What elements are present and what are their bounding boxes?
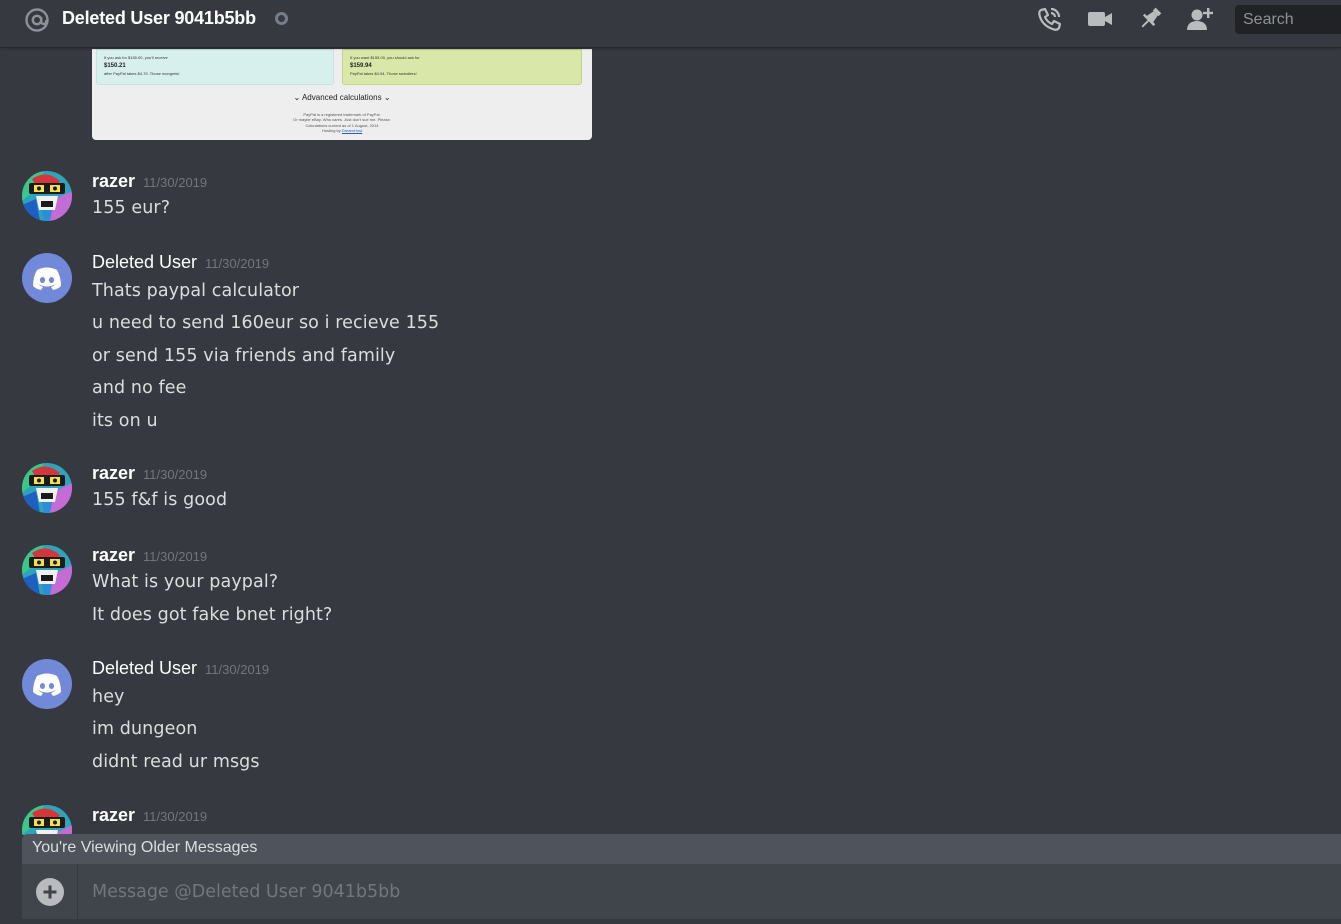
older-messages-text[interactable]: You're Viewing Older Messages (32, 839, 257, 857)
at-icon (25, 8, 49, 32)
message-author[interactable]: razer 11/30/2019 (92, 545, 207, 566)
message-timestamp: 11/30/2019 (205, 256, 270, 271)
message-author[interactable]: razer 11/30/2019 (92, 463, 207, 484)
message-author[interactable]: Deleted User 11/30/2019 (92, 658, 269, 679)
ask-card-label: If you want $155.00, you should ask for (350, 55, 420, 60)
message-text: It does got fake bnet right? (92, 605, 333, 625)
hosting-prefix: Hosting by (321, 127, 341, 133)
add-friend-icon[interactable] (1186, 6, 1214, 32)
search-input[interactable] (1235, 5, 1341, 34)
chevron-down-icon: ⌄ (293, 93, 301, 102)
razer-avatar[interactable] (22, 805, 72, 835)
message-text: and no fee (92, 378, 187, 398)
message-timestamp: 11/30/2019 (143, 809, 208, 824)
footer-line: Hosting by DreamHost (92, 128, 592, 133)
message-text: u need to send 160eur so i recieve 155 (92, 313, 440, 333)
message-timestamp: 11/30/2019 (143, 175, 208, 190)
offline-status-indicator (275, 12, 288, 25)
message-composer (22, 864, 1341, 919)
receive-fee-note: after PayPal takes $4.79. Those mongrels… (104, 71, 180, 76)
author-name[interactable]: Deleted User (92, 252, 197, 272)
message-input[interactable] (84, 874, 1284, 909)
author-name[interactable]: razer (92, 171, 135, 191)
channel-header: Deleted User 9041b5bb (0, 0, 1341, 48)
message-text: 155 f&f is good (92, 490, 228, 510)
ask-fee-note: PayPal takes $4.94. Those swindlers! (350, 71, 417, 76)
pin-icon[interactable] (1136, 6, 1164, 32)
message-text: What is your paypal? (92, 572, 279, 592)
author-name[interactable]: razer (92, 463, 135, 483)
message-timestamp: 11/30/2019 (143, 467, 208, 482)
receive-card: If you ask for $155.00, you'll receive $… (96, 49, 334, 85)
discord-avatar[interactable] (22, 253, 72, 303)
message-text: Thats paypal calculator (92, 281, 300, 301)
razer-avatar-image (22, 805, 72, 835)
message-author[interactable]: razer 11/30/2019 (92, 171, 207, 192)
author-name[interactable]: Deleted User (92, 658, 197, 678)
message-author[interactable]: razer 11/30/2019 (92, 805, 207, 826)
razer-avatar-image (22, 171, 72, 221)
message-text: 155 eur? (92, 198, 171, 218)
advanced-calculations-toggle: ⌄ Advanced calculations ⌄ (92, 93, 592, 102)
upload-plus-icon[interactable] (36, 878, 64, 906)
razer-avatar[interactable] (22, 545, 72, 595)
message-timestamp: 11/30/2019 (205, 662, 270, 677)
video-icon[interactable] (1086, 6, 1114, 32)
channel-title: Deleted User 9041b5bb (62, 8, 256, 28)
discord-logo-icon (22, 253, 72, 303)
message-author[interactable]: Deleted User 11/30/2019 (92, 252, 269, 273)
receive-card-label: If you ask for $155.00, you'll receive (104, 55, 168, 60)
older-messages-bar[interactable]: You're Viewing Older Messages (22, 834, 1341, 864)
discord-logo-icon (22, 659, 72, 709)
hosting-link: DreamHost (341, 127, 363, 133)
search-box[interactable] (1235, 5, 1341, 34)
razer-avatar[interactable] (22, 171, 72, 221)
razer-avatar-image (22, 463, 72, 513)
message-group: razer 11/30/2019 (0, 805, 1341, 835)
razer-avatar-image (22, 545, 72, 595)
message-text: hey (92, 687, 125, 707)
author-name[interactable]: razer (92, 545, 135, 565)
message-timestamp: 11/30/2019 (143, 549, 208, 564)
message-text: or send 155 via friends and family (92, 346, 396, 366)
call-icon[interactable] (1035, 6, 1063, 32)
composer-divider (77, 864, 78, 919)
message-text: didnt read ur msgs (92, 752, 260, 772)
razer-avatar[interactable] (22, 463, 72, 513)
ask-card: If you want $155.00, you should ask for … (342, 49, 582, 85)
discord-avatar[interactable] (22, 659, 72, 709)
receive-amount: $150.21 (104, 63, 126, 69)
ask-amount: $159.94 (350, 63, 372, 69)
advanced-calculations-label: Advanced calculations (301, 93, 382, 102)
author-name[interactable]: razer (92, 805, 135, 825)
chevron-down-icon: ⌄ (383, 93, 391, 102)
message-text: its on u (92, 411, 158, 431)
attachment-footer: PayPal is a registered trademark of PayP… (92, 112, 592, 133)
message-text: im dungeon (92, 719, 198, 739)
image-attachment[interactable]: If you ask for $155.00, you'll receive $… (92, 49, 592, 140)
